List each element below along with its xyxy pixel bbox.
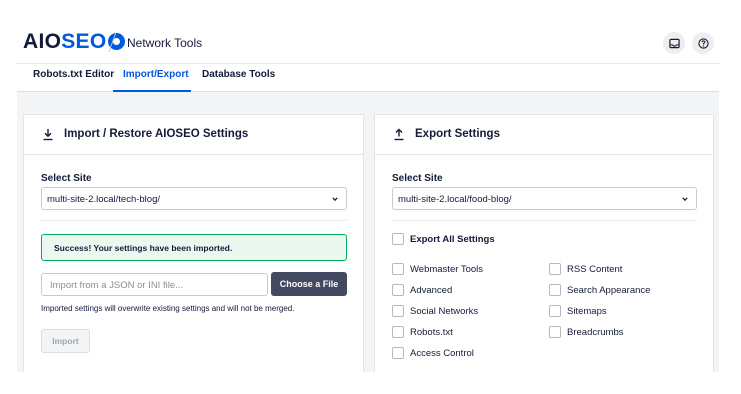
choose-file-button[interactable]: Choose a File xyxy=(271,272,347,296)
active-tab-indicator xyxy=(113,90,191,92)
checkbox-sitemaps[interactable] xyxy=(549,305,561,317)
import-divider xyxy=(41,220,347,221)
checkbox-social-networks[interactable] xyxy=(392,305,404,317)
label-access-control: Access Control xyxy=(410,348,474,359)
page-title: Network Tools xyxy=(127,36,203,50)
chevron-down-icon xyxy=(332,197,338,202)
import-card-header: Import / Restore AIOSEO Settings xyxy=(24,115,363,155)
label-robots-txt: Robots.txt xyxy=(410,327,453,338)
export-site-select[interactable]: multi-site-2.local/food-blog/ xyxy=(392,187,697,210)
inbox-button[interactable] xyxy=(663,32,685,54)
label-rss-content: RSS Content xyxy=(567,264,623,275)
tab-robots-txt-editor[interactable]: Robots.txt Editor xyxy=(33,69,114,80)
checkbox-access-control[interactable] xyxy=(392,347,404,359)
import-success-alert: Success! Your settings have been importe… xyxy=(41,234,347,261)
checkbox-breadcrumbs[interactable] xyxy=(549,326,561,338)
tab-bar: Robots.txt Editor Import/Export Database… xyxy=(17,64,719,92)
checkbox-search-appearance[interactable] xyxy=(549,284,561,296)
label-advanced: Advanced xyxy=(410,285,453,296)
import-settings-card: Import / Restore AIOSEO Settings Select … xyxy=(23,114,364,372)
inbox-icon xyxy=(668,38,680,48)
import-file-input[interactable]: Import from a JSON or INI file... xyxy=(41,273,268,296)
label-search-appearance: Search Appearance xyxy=(567,285,651,296)
export-card-title: Export Settings xyxy=(415,128,500,140)
export-all-label: Export All Settings xyxy=(410,234,495,245)
checkbox-webmaster-tools[interactable] xyxy=(392,263,404,275)
export-settings-card: Export Settings Select Site multi-site-2… xyxy=(374,114,714,372)
label-social-networks: Social Networks xyxy=(410,306,479,317)
tab-database-tools[interactable]: Database Tools xyxy=(202,69,275,80)
checkbox-advanced[interactable] xyxy=(392,284,404,296)
tab-import-export[interactable]: Import/Export xyxy=(123,69,189,80)
import-file-placeholder: Import from a JSON or INI file... xyxy=(50,280,184,291)
help-icon xyxy=(697,37,709,49)
import-button[interactable]: Import xyxy=(41,329,90,353)
import-select-site-label: Select Site xyxy=(41,173,92,184)
import-site-select-value: multi-site-2.local/tech-blog/ xyxy=(47,194,160,205)
import-site-select[interactable]: multi-site-2.local/tech-blog/ xyxy=(41,187,347,210)
checkbox-robots-txt[interactable] xyxy=(392,326,404,338)
export-divider xyxy=(392,220,697,221)
import-note: Imported settings will overwrite existin… xyxy=(41,304,295,313)
label-webmaster-tools: Webmaster Tools xyxy=(410,264,484,275)
checkbox-rss-content[interactable] xyxy=(549,263,561,275)
export-site-select-value: multi-site-2.local/food-blog/ xyxy=(398,194,512,205)
download-icon xyxy=(43,129,53,141)
top-bar: AIOSEO Network Tools xyxy=(17,22,719,64)
chevron-down-icon xyxy=(682,197,688,202)
upload-icon xyxy=(394,128,404,141)
help-button[interactable] xyxy=(692,32,714,54)
app-frame: AIOSEO Network Tools Robots.txt Editor I… xyxy=(17,22,719,372)
import-card-title: Import / Restore AIOSEO Settings xyxy=(64,128,249,140)
label-sitemaps: Sitemaps xyxy=(567,306,607,317)
export-all-checkbox[interactable] xyxy=(392,233,404,245)
export-card-header: Export Settings xyxy=(375,115,713,155)
label-breadcrumbs: Breadcrumbs xyxy=(567,327,624,338)
export-select-site-label: Select Site xyxy=(392,173,443,184)
